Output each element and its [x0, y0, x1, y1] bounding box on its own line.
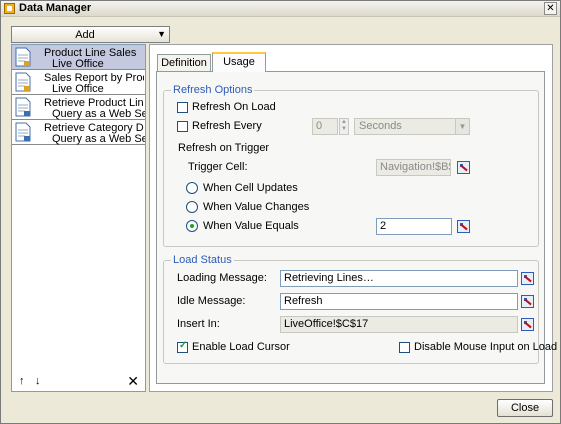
document-icon [15, 97, 31, 117]
list-item-type: Live Office [52, 83, 104, 95]
enable-load-cursor-label: Enable Load Cursor [192, 341, 290, 353]
list-item[interactable]: Product Line Sales Live Office [12, 45, 145, 70]
move-down-icon[interactable]: ↓ [35, 375, 41, 387]
cell-selector-icon[interactable] [457, 220, 470, 233]
refresh-on-load-label: Refresh On Load [192, 101, 276, 113]
delete-icon[interactable]: ✕ [127, 373, 139, 390]
trigger-cell-input[interactable]: Navigation!$B$13 [376, 159, 451, 176]
move-up-icon[interactable]: ↑ [19, 375, 25, 387]
enable-load-cursor-checkbox[interactable] [177, 340, 188, 353]
interval-input[interactable]: 0 [312, 118, 338, 135]
insert-in-input[interactable]: LiveOffice!$C$17 [280, 316, 518, 333]
list-item-type: Live Office [52, 58, 104, 70]
when-value-equals-label: When Value Equals [203, 220, 299, 232]
loading-message-input[interactable]: Retrieving Lines… [280, 270, 518, 287]
list-item[interactable]: Sales Report by Product Lin Live Office [12, 70, 145, 95]
title-bar[interactable]: Data Manager ✕ [1, 1, 560, 17]
document-icon [15, 47, 31, 67]
disable-mouse-input-checkbox[interactable] [399, 342, 410, 353]
refresh-options-group: Refresh Options Refresh On Load Refresh … [163, 84, 539, 247]
data-manager-window: Data Manager ✕ Add ▼ Product Line Sales … [0, 0, 561, 424]
chevron-down-icon: ▼ [455, 119, 469, 134]
interval-unit-select[interactable]: Seconds ▼ [354, 118, 470, 135]
usage-tab-content: Refresh Options Refresh On Load Refresh … [156, 71, 557, 384]
refresh-every-checkbox[interactable] [177, 121, 188, 132]
group-title: Refresh Options [171, 84, 255, 96]
group-title: Load Status [171, 254, 234, 266]
idle-message-label: Idle Message: [177, 295, 246, 307]
equals-value-input[interactable]: 2 [376, 218, 452, 235]
add-connection-button[interactable]: Add ▼ [11, 26, 170, 43]
connection-list: Product Line Sales Live Office Sales Rep… [11, 44, 146, 392]
when-value-changes-radio[interactable] [186, 201, 198, 213]
trigger-cell-label: Trigger Cell: [188, 161, 248, 173]
list-item-type: Query as a Web Service [52, 108, 145, 120]
window-title: Data Manager [19, 2, 92, 14]
refresh-on-trigger-label: Refresh on Trigger [178, 142, 270, 154]
cell-selector-icon[interactable] [521, 272, 534, 285]
cell-selector-icon[interactable] [457, 161, 470, 174]
load-status-group: Load Status Loading Message: Retrieving … [163, 254, 557, 364]
refresh-every-label: Refresh Every [192, 120, 262, 132]
when-cell-updates-radio[interactable] [186, 182, 198, 194]
properties-panel: Definition Usage Refresh Options Refresh… [149, 44, 557, 392]
app-icon [4, 3, 15, 14]
cell-selector-icon[interactable] [521, 295, 534, 308]
list-item[interactable]: Retrieve Category Data Query as a Web Se… [12, 120, 145, 145]
refresh-on-load-checkbox[interactable] [177, 102, 188, 113]
list-item[interactable]: Retrieve Product Line Data Query as a We… [12, 95, 145, 120]
document-icon [15, 122, 31, 142]
close-window-button[interactable]: ✕ [544, 2, 557, 15]
list-item-type: Query as a Web Service [52, 133, 145, 145]
list-footer: ↑ ↓ ✕ [12, 373, 145, 391]
document-icon [15, 72, 31, 92]
when-value-changes-label: When Value Changes [203, 201, 310, 213]
disable-mouse-input-label: Disable Mouse Input on Load [414, 341, 558, 353]
add-button-label: Add [75, 29, 95, 41]
when-cell-updates-label: When Cell Updates [203, 182, 298, 194]
interval-unit-value: Seconds [359, 120, 402, 132]
tab-usage[interactable]: Usage [212, 52, 266, 72]
cell-selector-icon[interactable] [521, 318, 534, 331]
interval-stepper[interactable]: ▲ ▼ [339, 118, 349, 135]
when-value-equals-radio[interactable] [186, 220, 198, 232]
close-button[interactable]: Close [497, 399, 553, 417]
idle-message-input[interactable]: Refresh [280, 293, 518, 310]
insert-in-label: Insert In: [177, 318, 220, 330]
loading-message-label: Loading Message: [177, 272, 267, 284]
chevron-down-icon: ▼ [157, 29, 166, 39]
tab-definition[interactable]: Definition [157, 54, 211, 71]
